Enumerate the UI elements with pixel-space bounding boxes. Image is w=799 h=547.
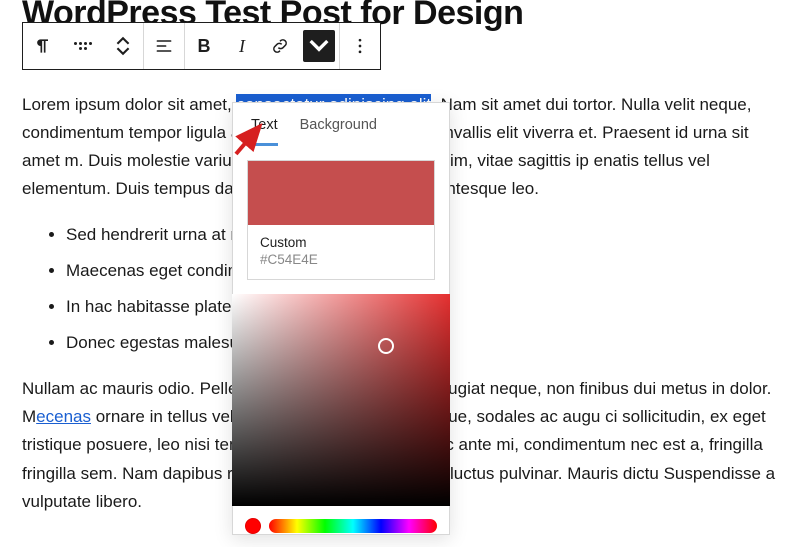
inline-link[interactable]: ecenas	[36, 407, 91, 426]
options-menu-icon[interactable]	[340, 23, 380, 69]
color-swatch	[248, 161, 434, 225]
hue-current-swatch	[245, 518, 261, 534]
bold-button[interactable]: B	[185, 23, 223, 69]
text-color-popover: Text Background Custom #C54E4E	[232, 102, 450, 535]
hue-slider[interactable]	[269, 519, 437, 533]
block-toolbar: B I	[22, 22, 381, 70]
tab-background[interactable]: Background	[300, 117, 377, 146]
more-rich-text-dropdown[interactable]	[303, 30, 335, 62]
text-run: Nullam ac mauris odio. Pelle	[22, 379, 237, 398]
paragraph-block-icon[interactable]	[23, 23, 63, 69]
drag-handle-icon[interactable]	[63, 23, 103, 69]
text-run: Lorem ipsum dolor sit amet,	[22, 95, 236, 114]
custom-label: Custom	[260, 235, 422, 250]
saturation-handle[interactable]	[378, 338, 394, 354]
italic-button[interactable]: I	[223, 23, 261, 69]
link-icon[interactable]	[261, 23, 299, 69]
color-tabs: Text Background	[233, 103, 449, 146]
text-run: entesque leo.	[437, 179, 539, 198]
saturation-picker[interactable]	[232, 294, 450, 506]
custom-color-preview[interactable]: Custom #C54E4E	[247, 160, 435, 280]
hex-value: #C54E4E	[260, 252, 422, 267]
align-icon[interactable]	[144, 23, 184, 69]
tab-text[interactable]: Text	[251, 117, 278, 146]
move-up-down-icon[interactable]	[103, 23, 143, 69]
